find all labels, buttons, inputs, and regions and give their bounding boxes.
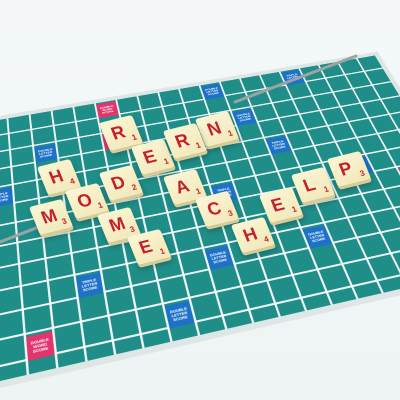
double-letter-score-square: DOUBLE LETTER SCORE bbox=[232, 108, 257, 127]
tile-letter: M bbox=[106, 213, 129, 236]
tile-points: 1 bbox=[322, 184, 331, 195]
tile-points: 1 bbox=[158, 246, 167, 257]
tile-points: 1 bbox=[130, 132, 139, 143]
tile-letter: R bbox=[172, 129, 193, 152]
photo-scene: DOUBLE LETTER SCORE DOUBLE WORD SCORE DOUB… bbox=[0, 0, 400, 400]
tile-letter: L bbox=[300, 174, 319, 196]
double-letter-score-square: DOUBLE LETTER SCORE bbox=[302, 225, 333, 249]
tile-points: 1 bbox=[194, 140, 203, 151]
tile-letter: D bbox=[108, 171, 129, 194]
tile-letter: H bbox=[46, 165, 67, 188]
triple-letter-score-square: TRIPLE LETTER SCORE bbox=[265, 135, 292, 155]
double-letter-score-square: DOUBLE LETTER SCORE bbox=[204, 245, 234, 271]
tile-points: 1 bbox=[194, 186, 203, 197]
tile-letter: P bbox=[336, 157, 356, 180]
tile-letter: E bbox=[140, 145, 160, 168]
triple-letter-score-square: TRIPLE LETTER SCORE bbox=[280, 69, 306, 86]
double-letter-score-square: DOUBLE LETTER SCORE bbox=[200, 83, 225, 100]
tile-points: 1 bbox=[226, 128, 235, 139]
triple-letter-score-square: TRIPLE LETTER SCORE bbox=[75, 272, 104, 299]
tile-letter: E bbox=[268, 193, 288, 216]
tile-letter: M bbox=[38, 205, 61, 228]
tile-letter: A bbox=[172, 175, 193, 198]
tile-points: 4 bbox=[68, 176, 77, 187]
double-letter-score-square: DOUBLE LETTER SCORE bbox=[34, 143, 58, 163]
tile-letter: C bbox=[204, 197, 225, 220]
tile-points: 1 bbox=[290, 204, 299, 215]
tile-letter: O bbox=[74, 189, 96, 212]
double-word-score-square: DOUBLE WORD SCORE bbox=[96, 101, 119, 119]
tile-letter: N bbox=[204, 117, 225, 140]
tile-letter: H bbox=[240, 223, 261, 246]
tile-letter: E bbox=[136, 235, 156, 258]
tile-points: 3 bbox=[128, 224, 137, 235]
tile-points: 3 bbox=[358, 168, 367, 179]
tile-points: 4 bbox=[262, 234, 271, 245]
double-letter-score-square: DOUBLE LETTER SCORE bbox=[164, 300, 195, 329]
tile-letter: R bbox=[108, 121, 129, 144]
tile-points: 2 bbox=[130, 182, 139, 193]
triple-letter-score-square: TRIPLE LETTER SCORE bbox=[0, 186, 14, 209]
tile-points: 1 bbox=[96, 200, 105, 211]
tile-points: 3 bbox=[60, 216, 69, 227]
double-word-score-square: DOUBLE WORD SCORE bbox=[26, 331, 55, 361]
tile-points: 3 bbox=[226, 208, 235, 219]
tile-points: 1 bbox=[162, 156, 171, 167]
